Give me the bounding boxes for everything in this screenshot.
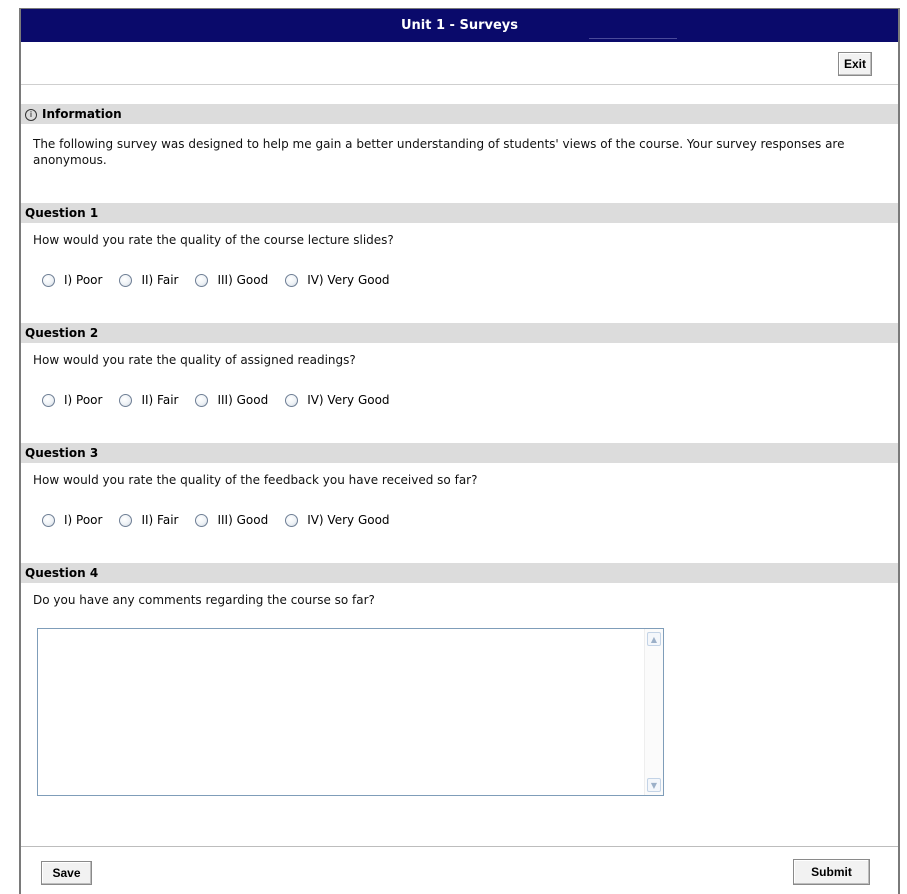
- radio-button[interactable]: [285, 513, 299, 527]
- question-2-options: I) Poor II) Fair III) Good IV) Very Good: [42, 391, 407, 409]
- radio-button[interactable]: [195, 513, 209, 527]
- textarea-scrollbar[interactable]: ▲ ▼: [644, 629, 663, 795]
- q3-option-very-good[interactable]: IV) Very Good: [285, 513, 390, 527]
- submit-button[interactable]: Submit: [793, 859, 870, 885]
- question-3-text: How would you rate the quality of the fe…: [33, 473, 478, 487]
- question-3-header: Question 3: [21, 443, 898, 463]
- radio-button[interactable]: [119, 513, 133, 527]
- q2-option-poor[interactable]: I) Poor: [42, 393, 102, 407]
- radio-button[interactable]: [42, 393, 55, 407]
- toolbar: Exit: [21, 42, 898, 85]
- q2-option-good[interactable]: III) Good: [195, 393, 268, 407]
- scroll-down-arrow-icon[interactable]: ▼: [647, 778, 661, 792]
- information-header: i Information: [21, 104, 898, 124]
- exit-button[interactable]: Exit: [838, 52, 872, 76]
- radio-button[interactable]: [42, 273, 55, 287]
- question-3-options: I) Poor II) Fair III) Good IV) Very Good: [42, 511, 407, 529]
- radio-button[interactable]: [285, 393, 299, 407]
- radio-button[interactable]: [42, 513, 55, 527]
- question-4-header: Question 4: [21, 563, 898, 583]
- question-1-text: How would you rate the quality of the co…: [33, 233, 394, 247]
- q1-option-very-good[interactable]: IV) Very Good: [285, 273, 390, 287]
- question-4-text: Do you have any comments regarding the c…: [33, 593, 375, 607]
- q2-option-very-good[interactable]: IV) Very Good: [285, 393, 390, 407]
- comments-textarea[interactable]: ▲ ▼: [37, 628, 664, 796]
- title-underline: [589, 38, 677, 39]
- q1-option-fair[interactable]: II) Fair: [119, 273, 178, 287]
- survey-window: Unit 1 - Surveys Exit i Information The f…: [19, 8, 900, 894]
- q1-option-good[interactable]: III) Good: [195, 273, 268, 287]
- radio-button[interactable]: [119, 393, 133, 407]
- q2-option-fair[interactable]: II) Fair: [119, 393, 178, 407]
- scroll-up-arrow-icon[interactable]: ▲: [647, 632, 661, 646]
- radio-button[interactable]: [285, 273, 299, 287]
- title-bar: Unit 1 - Surveys: [21, 9, 898, 42]
- q3-option-poor[interactable]: I) Poor: [42, 513, 102, 527]
- question-2-header: Question 2: [21, 323, 898, 343]
- q3-option-fair[interactable]: II) Fair: [119, 513, 178, 527]
- question-1-header: Question 1: [21, 203, 898, 223]
- window-title: Unit 1 - Surveys: [400, 18, 519, 33]
- question-2-text: How would you rate the quality of assign…: [33, 353, 356, 367]
- q1-option-poor[interactable]: I) Poor: [42, 273, 102, 287]
- information-text: The following survey was designed to hel…: [33, 137, 845, 167]
- question-1-options: I) Poor II) Fair III) Good IV) Very Good: [42, 271, 407, 289]
- q3-option-good[interactable]: III) Good: [195, 513, 268, 527]
- radio-button[interactable]: [195, 393, 209, 407]
- footer-divider: [21, 846, 898, 847]
- information-heading: Information: [42, 107, 122, 121]
- radio-button[interactable]: [195, 273, 209, 287]
- info-icon: i: [25, 109, 37, 121]
- radio-button[interactable]: [119, 273, 133, 287]
- save-button[interactable]: Save: [41, 861, 92, 885]
